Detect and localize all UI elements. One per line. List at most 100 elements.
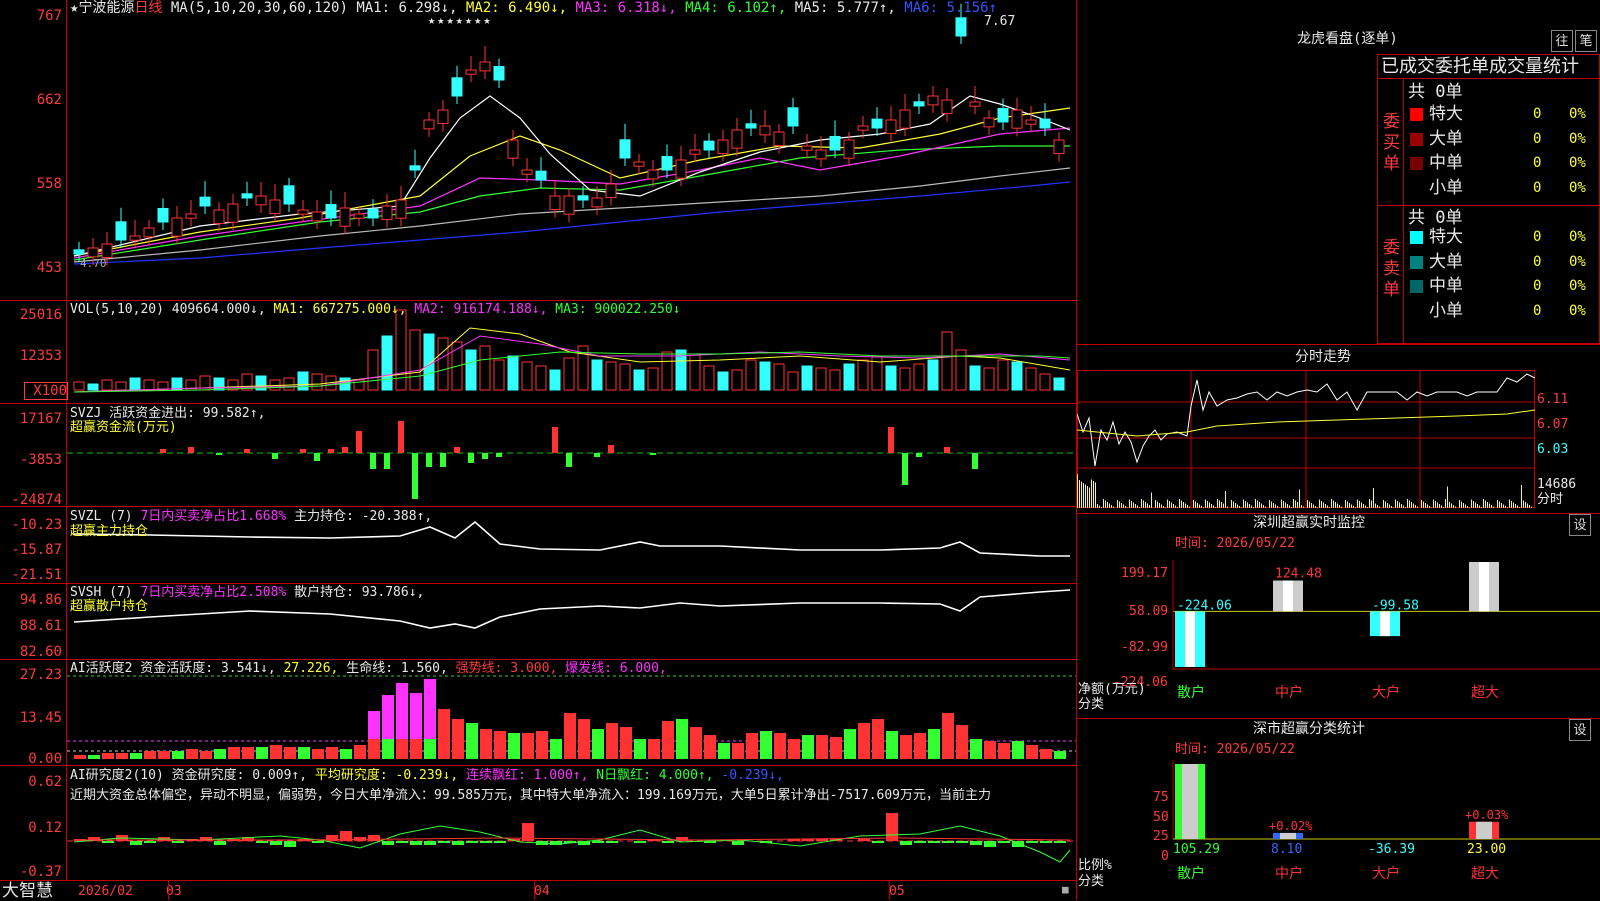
kline-drawing: [67, 3, 1076, 863]
intraday-volume-bar: [1125, 506, 1126, 508]
volume-bar: [731, 369, 743, 391]
candle-body: [899, 109, 911, 129]
intraday-volume-bar: [1407, 499, 1408, 508]
kline-chart-panel[interactable]: 767 662 558 453 25016 12353 X100 17167 -…: [0, 0, 1077, 900]
sell-row-count: 0: [1533, 278, 1542, 294]
intraday-volume-bar: [1085, 484, 1086, 508]
buy-row-name: 大单: [1429, 128, 1463, 149]
fund-flow-bar: [566, 453, 572, 467]
research-bar: [942, 841, 954, 843]
ai-research-avg: 平均研究度: -0.239↓,: [314, 768, 459, 783]
activity-bar-top: [872, 719, 884, 739]
intraday-volume-bar: [1093, 481, 1094, 508]
volume-bar: [829, 369, 841, 391]
volume-bar: [115, 381, 127, 391]
intraday-volume-bar: [1135, 504, 1136, 508]
stock-name[interactable]: 宁波能源: [78, 0, 134, 16]
intraday-volume-bar: [1509, 499, 1510, 508]
intraday-volume-bar: [1391, 506, 1392, 508]
intraday-volume-bar: [1123, 504, 1124, 508]
stats-settings-button[interactable]: 设: [1569, 719, 1591, 741]
intraday-volume-bar: [1247, 502, 1248, 508]
activity-bar-top: [662, 721, 674, 739]
candle-body: [521, 169, 533, 175]
intraday-volume-bar: [1263, 505, 1264, 508]
intraday-volume-bar: [1301, 505, 1302, 508]
intraday-volume-bar: [1271, 501, 1272, 508]
intraday-volume-bar: [1103, 499, 1104, 508]
volume-bar: [73, 381, 85, 391]
intraday-volume-bar: [1525, 502, 1526, 508]
activity-bar-base: [956, 739, 968, 759]
activity-bar-base: [900, 739, 912, 759]
activity-bar-base: [802, 739, 814, 759]
monitor-category-label: 大户: [1372, 684, 1400, 701]
ai-active-label: AI活跃度2 资金活跃度: 3.541↓,: [70, 661, 276, 676]
intraday-volume-bar: [1449, 502, 1450, 508]
intraday-volume-bar: [1477, 504, 1478, 508]
activity-bar-top: [564, 713, 576, 739]
activity-bar-base: [914, 739, 926, 759]
candle-body: [465, 69, 477, 75]
intraday-volume-bar: [1213, 505, 1214, 508]
fund-flow-bar: [902, 453, 908, 485]
intraday-volume-bar: [1451, 503, 1452, 508]
activity-bar-base: [214, 749, 226, 759]
stats-bar-highlight: [1476, 821, 1492, 839]
candle-body: [913, 101, 925, 107]
intraday-volume-bar: [1261, 503, 1262, 508]
fund-flow-bar: [412, 453, 418, 499]
prev-button[interactable]: 往: [1551, 30, 1573, 52]
tick-button[interactable]: 笔: [1575, 30, 1597, 52]
sell-order-label: 委卖单: [1383, 238, 1400, 300]
intraday-volume-bar: [1183, 502, 1184, 508]
research-bar: [312, 841, 324, 843]
activity-bar-base: [200, 751, 212, 759]
activity-bar-base: [116, 753, 128, 759]
intraday-volume-bar: [1219, 500, 1220, 508]
candle-body: [1039, 118, 1051, 129]
candle-body: [227, 203, 239, 223]
monitor-settings-button[interactable]: 设: [1569, 514, 1591, 536]
sell-row-count: 0: [1533, 302, 1542, 319]
research-bar: [452, 841, 464, 845]
volume-bar: [927, 359, 939, 391]
activity-bar-top: [410, 693, 422, 739]
intraday-volume-bar: [1119, 501, 1120, 508]
fund-flow-bar: [594, 453, 600, 457]
intraday-volume-bar: [1463, 503, 1464, 508]
intraday-volume-bar: [1401, 504, 1402, 508]
candle-body: [185, 213, 197, 219]
ai-active-strong: 强势线: 3.000,: [455, 661, 558, 676]
intraday-volume-bar: [1173, 504, 1174, 508]
activity-bar-top: [858, 723, 870, 739]
low-price-mark: 4.70: [80, 257, 107, 270]
fund-flow-bar: [944, 447, 950, 453]
candle-body: [801, 145, 813, 151]
activity-bar-base: [690, 739, 702, 759]
intraday-volume-bar: [1461, 501, 1462, 508]
research-bar: [424, 841, 436, 845]
activity-bar-top: [536, 731, 548, 739]
period-label[interactable]: 日线: [134, 0, 162, 16]
activity-bar-top: [774, 733, 786, 739]
stats-tabs[interactable]: 已成交委托单成交量统计: [1381, 57, 1579, 77]
activity-bar-base: [998, 743, 1010, 759]
intraday-chart: [1077, 370, 1535, 508]
intraday-volume-bar: [1317, 507, 1318, 508]
ai-research-cont: 连续飘红: 1.000↑,: [466, 768, 589, 783]
candle-body: [115, 221, 127, 241]
volume-bar: [759, 361, 771, 391]
activity-bar-top: [942, 713, 954, 739]
lock-icon[interactable]: ■: [1062, 882, 1069, 897]
signal-stars: ★★★★★★★: [428, 13, 493, 27]
research-bar: [438, 841, 450, 843]
intraday-axis-2: 6.07: [1537, 417, 1569, 432]
intraday-volume-bar: [1439, 504, 1440, 508]
research-bar: [172, 841, 184, 843]
intraday-volume-bar: [1423, 501, 1424, 508]
intraday-volume-bar: [1101, 507, 1102, 508]
activity-bar-base: [424, 739, 436, 759]
monitor-chart: -224.06 散户 124.48 中户 -99.58 大户 199.17 超大: [1172, 560, 1600, 701]
activity-bar-base: [172, 751, 184, 759]
